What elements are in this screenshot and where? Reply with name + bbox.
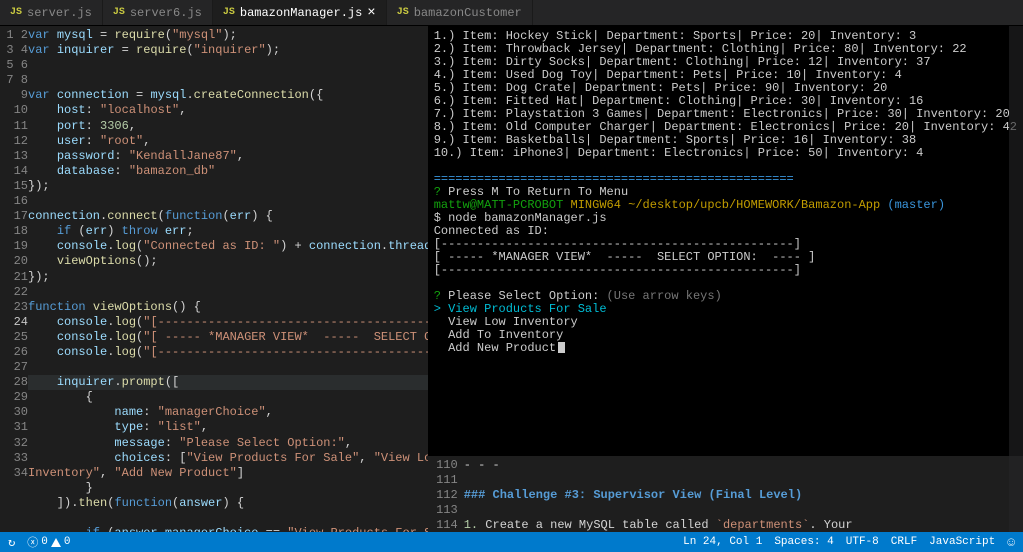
hint-text: (Use arrow keys) — [607, 289, 722, 303]
js-icon: JS — [10, 7, 22, 18]
terminal-divider: ========================================… — [434, 172, 794, 186]
tab-label: server.js — [27, 6, 92, 20]
terminal-box: [ ----- *MANAGER VIEW* ----- SELECT OPTI… — [434, 250, 816, 264]
terminal-command: $ node bamazonManager.js — [434, 211, 607, 225]
right-pane: 1.) Item: Hockey Stick| Department: Spor… — [428, 26, 1023, 537]
prompt-branch: (master) — [887, 198, 945, 212]
feedback-icon[interactable]: ☺ — [1007, 535, 1015, 550]
js-icon: JS — [113, 7, 125, 18]
terminal-connected: Connected as ID: — [434, 224, 549, 238]
scrollbar[interactable] — [1009, 26, 1023, 537]
markdown-pane[interactable]: 110 111 112 113 114 - - - ### Challenge … — [428, 456, 1023, 537]
error-icon: ⓧ — [27, 534, 38, 550]
js-icon: JS — [223, 7, 235, 18]
terminal-line: 1.) Item: Hockey Stick| Department: Spor… — [434, 29, 916, 43]
editor-pane[interactable]: 1 2 3 4 5 6 7 8 9 10 11 12 13 14 15 16 1… — [0, 26, 428, 537]
question-mark-icon: ? — [434, 185, 441, 199]
tab-bar: JS server.js JS server6.js JS bamazonMan… — [0, 0, 1023, 26]
code-area[interactable]: var mysql = require("mysql"); var inquir… — [28, 26, 428, 537]
language-mode[interactable]: JavaScript — [929, 536, 995, 548]
tab-server-js[interactable]: JS server.js — [0, 0, 103, 25]
select-option-label: Please Select Option: — [448, 289, 599, 303]
md-heading: ### Challenge #3: Supervisor View (Final… — [464, 488, 802, 502]
terminal-line: 9.) Item: Basketballs| Department: Sport… — [434, 133, 916, 147]
encoding[interactable]: UTF-8 — [846, 536, 879, 548]
prompt-user: mattw@MATT-PCROBOT — [434, 198, 564, 212]
tab-label: server6.js — [130, 6, 202, 20]
terminal-line: 3.) Item: Dirty Socks| Department: Cloth… — [434, 55, 931, 69]
terminal-line: 4.) Item: Used Dog Toy| Department: Pets… — [434, 68, 902, 82]
tab-bamazon-customer[interactable]: JS bamazonCustomer — [387, 0, 533, 25]
md-list-num: 1. — [464, 518, 478, 532]
md-line: - - - — [464, 458, 500, 472]
cursor-position[interactable]: Ln 24, Col 1 — [683, 536, 762, 548]
dirty-indicator-icon[interactable]: × — [367, 6, 375, 20]
main-split: 1 2 3 4 5 6 7 8 9 10 11 12 13 14 15 16 1… — [0, 26, 1023, 537]
terminal-line: 8.) Item: Old Computer Charger| Departme… — [434, 120, 1017, 134]
prompt-sys: MINGW64 — [571, 198, 621, 212]
terminal-box: [---------------------------------------… — [434, 263, 801, 277]
warning-icon — [51, 538, 61, 547]
line-gutter: 1 2 3 4 5 6 7 8 9 10 11 12 13 14 15 16 1… — [0, 26, 28, 537]
menu-option[interactable]: Add To Inventory — [448, 328, 563, 342]
md-text: . Your — [809, 518, 852, 532]
menu-option-selected[interactable]: > View Products For Sale — [434, 302, 607, 316]
tab-bamazon-manager[interactable]: JS bamazonManager.js × — [213, 0, 387, 25]
md-inline-code: `departments` — [716, 518, 810, 532]
problems-button[interactable]: ⓧ0 0 — [27, 534, 70, 550]
md-gutter: 110 111 112 113 114 — [428, 456, 464, 537]
sync-button[interactable]: ↻ — [8, 535, 15, 550]
terminal-line: 6.) Item: Fitted Hat| Department: Clothi… — [434, 94, 924, 108]
tab-label: bamazonCustomer — [414, 6, 522, 20]
terminal-line: 10.) Item: iPhone3| Department: Electron… — [434, 146, 924, 160]
tab-label: bamazonManager.js — [240, 6, 362, 20]
terminal-line: 2.) Item: Throwback Jersey| Department: … — [434, 42, 967, 56]
js-icon: JS — [397, 7, 409, 18]
indent-setting[interactable]: Spaces: 4 — [774, 536, 833, 548]
menu-option[interactable]: Add New Product — [448, 341, 565, 355]
sync-icon: ↻ — [8, 535, 15, 550]
question-mark-icon: ? — [434, 289, 441, 303]
md-text: Create a new MySQL table called — [478, 518, 716, 532]
eol[interactable]: CRLF — [891, 536, 917, 548]
prompt-path: ~/desktop/upcb/HOMEWORK/Bamazon-App — [628, 198, 880, 212]
terminal-line: 7.) Item: Playstation 3 Games| Departmen… — [434, 107, 1010, 121]
terminal-line: 5.) Item: Dog Crate| Department: Pets| P… — [434, 81, 888, 95]
terminal[interactable]: 1.) Item: Hockey Stick| Department: Spor… — [428, 26, 1023, 456]
press-m-prompt: Press M To Return To Menu — [448, 185, 628, 199]
md-code[interactable]: - - - ### Challenge #3: Supervisor View … — [464, 456, 1023, 537]
menu-option[interactable]: View Low Inventory — [448, 315, 578, 329]
status-bar: ↻ ⓧ0 0 Ln 24, Col 1 Spaces: 4 UTF-8 CRLF… — [0, 532, 1023, 552]
tab-server6-js[interactable]: JS server6.js — [103, 0, 213, 25]
terminal-box: [---------------------------------------… — [434, 237, 801, 251]
